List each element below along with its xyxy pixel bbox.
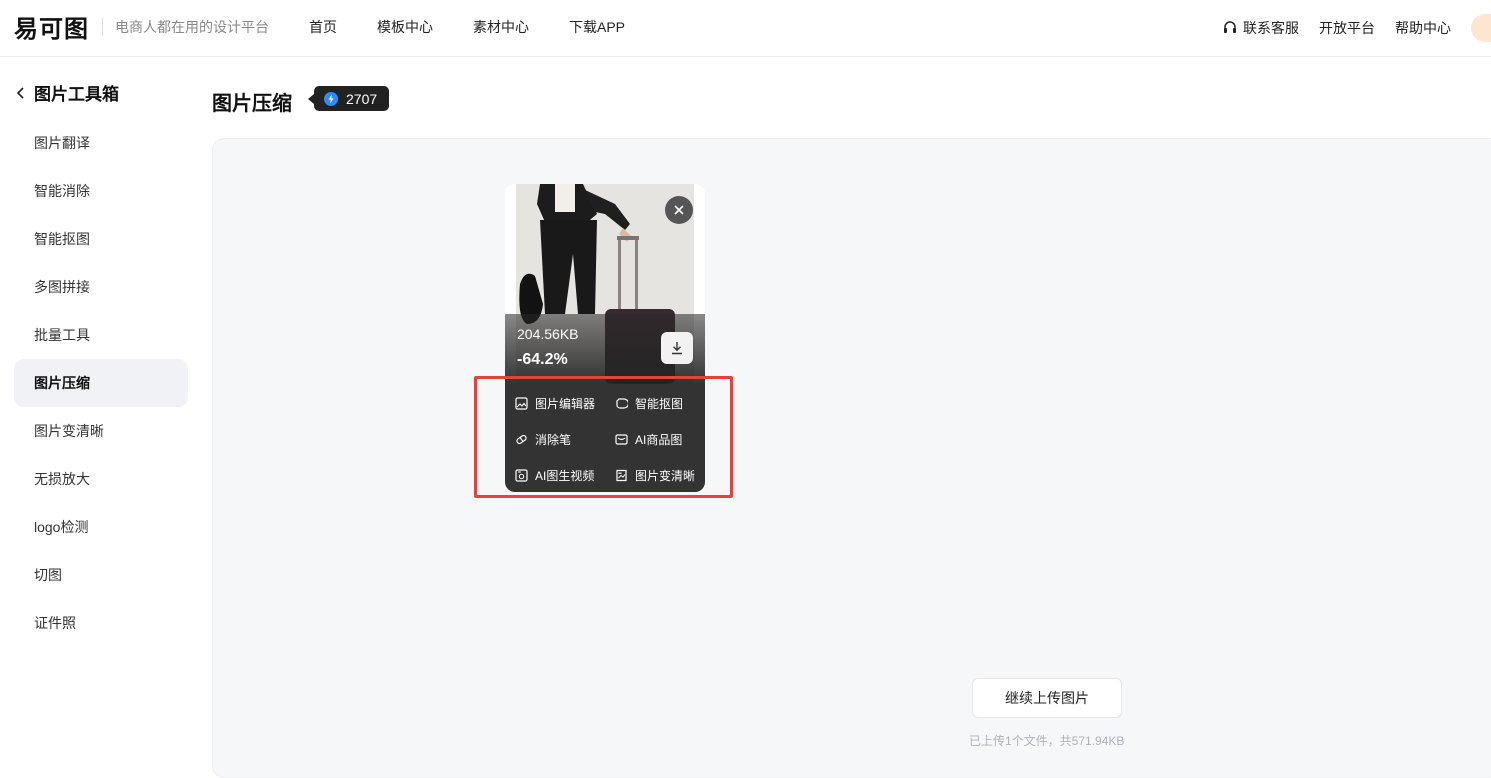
sidebar-item-image-compress[interactable]: 图片压缩 (14, 359, 188, 407)
close-icon (674, 205, 684, 215)
quick-actions-panel: 图片编辑器 智能抠图 消除笔 AI商品图 AI图生视频 图片变清晰 (505, 384, 705, 492)
workspace-area (212, 138, 1491, 778)
action-image-enhance[interactable]: 图片变清晰 (615, 467, 695, 484)
tool-sidebar: 图片工具箱 图片翻译 智能消除 智能抠图 多图拼接 批量工具 图片压缩 图片变清… (0, 58, 200, 761)
user-avatar[interactable] (1471, 14, 1491, 42)
download-button[interactable] (661, 332, 693, 364)
page-title: 图片压缩 (212, 93, 292, 115)
logo-text: 易可图 (14, 14, 89, 43)
product-icon (615, 434, 628, 445)
upload-summary: 已上传1个文件，共571.94KB (969, 734, 1125, 748)
credit-badge[interactable]: 2707 (307, 86, 390, 111)
site-logo[interactable]: 易可图 (14, 12, 89, 43)
top-navigation-bar: 易可图 电商人都在用的设计平台 首页 模板中心 素材中心 下载APP 联系客服 … (0, 0, 1491, 57)
lightning-icon (324, 91, 338, 106)
download-icon (672, 342, 682, 355)
sidebar-item-smart-erase[interactable]: 智能消除 (14, 167, 188, 215)
main-nav: 首页 模板中心 素材中心 下载APP (309, 17, 665, 37)
cutout-icon (616, 398, 628, 409)
eraser-icon (516, 434, 527, 445)
action-smart-cutout[interactable]: 智能抠图 (615, 395, 683, 412)
action-label: 智能抠图 (635, 397, 684, 411)
image-icon (515, 397, 528, 410)
sidebar-item-image-enhance[interactable]: 图片变清晰 (14, 407, 188, 455)
action-label: 图片变清晰 (635, 469, 696, 483)
action-label: AI商品图 (635, 433, 683, 447)
contact-support-label: 联系客服 (1243, 20, 1299, 36)
sidebar-item-lossless-upscale[interactable]: 无损放大 (14, 455, 188, 503)
right-nav: 联系客服 开放平台 帮助中心 (1222, 14, 1491, 42)
action-ai-image-to-video[interactable]: AI图生视频 (515, 467, 594, 484)
sidebar-item-batch-tools[interactable]: 批量工具 (14, 311, 188, 359)
credit-count: 2707 (346, 90, 378, 107)
help-center-link[interactable]: 帮助中心 (1395, 18, 1451, 38)
sidebar-item-image-translate[interactable]: 图片翻译 (14, 119, 188, 167)
compression-ratio: -64.2% (517, 351, 568, 368)
nav-home[interactable]: 首页 (309, 17, 337, 37)
logo-divider (102, 18, 103, 36)
headset-icon (1224, 21, 1236, 33)
compressed-size: 204.56KB (517, 326, 579, 342)
action-ai-product-image[interactable]: AI商品图 (615, 431, 682, 448)
sidebar-list: 图片翻译 智能消除 智能抠图 多图拼接 批量工具 图片压缩 图片变清晰 无损放大… (14, 119, 188, 647)
sidebar-title: 图片工具箱 (34, 85, 119, 104)
sidebar-header[interactable]: 图片工具箱 (14, 80, 119, 105)
action-label: 消除笔 (535, 433, 572, 447)
contact-support-link[interactable]: 联系客服 (1222, 18, 1299, 38)
hd-icon (616, 469, 627, 482)
remove-image-button[interactable] (665, 196, 693, 224)
continue-upload-button[interactable]: 继续上传图片 (972, 678, 1122, 718)
action-label: 图片编辑器 (535, 397, 596, 411)
site-slogan: 电商人都在用的设计平台 (115, 19, 269, 35)
video-icon (515, 469, 528, 482)
sidebar-item-id-photo[interactable]: 证件照 (14, 599, 188, 647)
nav-template-center[interactable]: 模板中心 (377, 17, 433, 37)
sidebar-item-smart-cutout[interactable]: 智能抠图 (14, 215, 188, 263)
nav-download-app[interactable]: 下载APP (569, 17, 625, 37)
sidebar-item-logo-detect[interactable]: logo检测 (14, 503, 188, 551)
open-platform-link[interactable]: 开放平台 (1319, 18, 1375, 38)
sidebar-item-slice[interactable]: 切图 (14, 551, 188, 599)
sidebar-item-multi-stitch[interactable]: 多图拼接 (14, 263, 188, 311)
action-label: AI图生视频 (535, 469, 595, 483)
nav-material-center[interactable]: 素材中心 (473, 17, 529, 37)
chevron-left-icon (16, 86, 24, 99)
action-eraser[interactable]: 消除笔 (515, 431, 571, 448)
action-image-editor[interactable]: 图片编辑器 (515, 395, 595, 412)
